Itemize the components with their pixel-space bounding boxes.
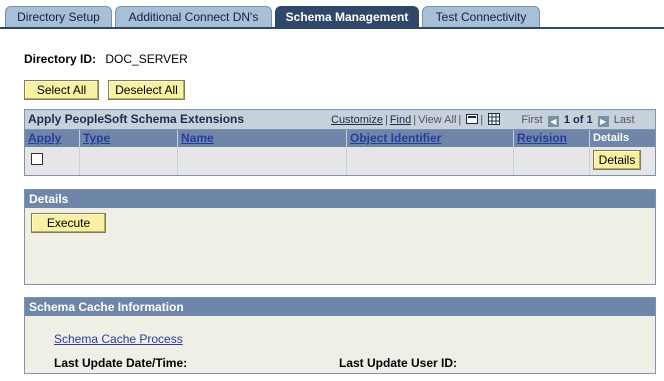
grid-view-icon[interactable] <box>488 113 501 125</box>
directory-id-value: DOC_SERVER <box>105 52 188 66</box>
cell-revision <box>514 147 590 175</box>
grid-title: Apply PeopleSoft Schema Extensions <box>28 112 245 126</box>
cell-type <box>80 147 178 175</box>
previous-arrow-icon[interactable]: ◀ <box>547 116 559 127</box>
download-icon[interactable] <box>466 113 479 125</box>
page-range: 1 of 1 <box>563 114 593 126</box>
cell-name <box>178 147 347 175</box>
tab-test-connectivity[interactable]: Test Connectivity <box>422 6 540 28</box>
column-object-identifier[interactable]: Object Identifier <box>347 130 514 147</box>
column-apply[interactable]: Apply <box>25 130 80 147</box>
deselect-all-button[interactable]: Deselect All <box>108 80 185 100</box>
schema-extensions-grid: Apply PeopleSoft Schema Extensions Custo… <box>24 109 656 176</box>
column-revision[interactable]: Revision <box>514 130 590 147</box>
find-link[interactable]: Find <box>390 114 411 126</box>
last-update-user-label: Last Update User ID: <box>339 356 458 370</box>
view-all-link[interactable]: View All <box>418 114 456 126</box>
details-button[interactable]: Details <box>593 150 641 170</box>
tab-strip: Directory Setup Additional Connect DN's … <box>0 0 664 29</box>
apply-checkbox[interactable] <box>31 153 43 165</box>
directory-id-row: Directory ID: DOC_SERVER <box>24 52 188 66</box>
first-label: First <box>521 114 543 126</box>
grid-header: Apply PeopleSoft Schema Extensions Custo… <box>25 110 655 130</box>
tab-schema-management[interactable]: Schema Management <box>275 6 419 28</box>
schema-cache-panel-title: Schema Cache Information <box>25 298 655 316</box>
tab-directory-setup[interactable]: Directory Setup <box>5 6 112 28</box>
tab-underline <box>0 27 664 29</box>
column-name[interactable]: Name <box>178 130 347 147</box>
details-panel-title: Details <box>25 190 655 208</box>
tab-additional-connect-dns[interactable]: Additional Connect DN's <box>115 6 272 28</box>
next-arrow-icon[interactable]: ▶ <box>597 116 609 127</box>
directory-id-label: Directory ID: <box>24 52 97 66</box>
customize-link[interactable]: Customize <box>331 114 383 126</box>
details-panel: Details Execute <box>24 189 656 285</box>
schema-cache-panel: Schema Cache Information Schema Cache Pr… <box>24 297 656 374</box>
execute-button[interactable]: Execute <box>31 213 106 233</box>
last-label: Last <box>613 114 635 126</box>
select-all-button[interactable]: Select All <box>24 80 99 100</box>
column-details: Details <box>590 130 655 147</box>
column-type[interactable]: Type <box>80 130 178 147</box>
cell-object-identifier <box>347 147 514 175</box>
grid-navigation: Customize | Find | View All | | First ◀ 1 of … <box>331 113 635 127</box>
schema-cache-process-link[interactable]: Schema Cache Process <box>54 332 183 346</box>
last-update-datetime-label: Last Update Date/Time: <box>54 356 188 370</box>
